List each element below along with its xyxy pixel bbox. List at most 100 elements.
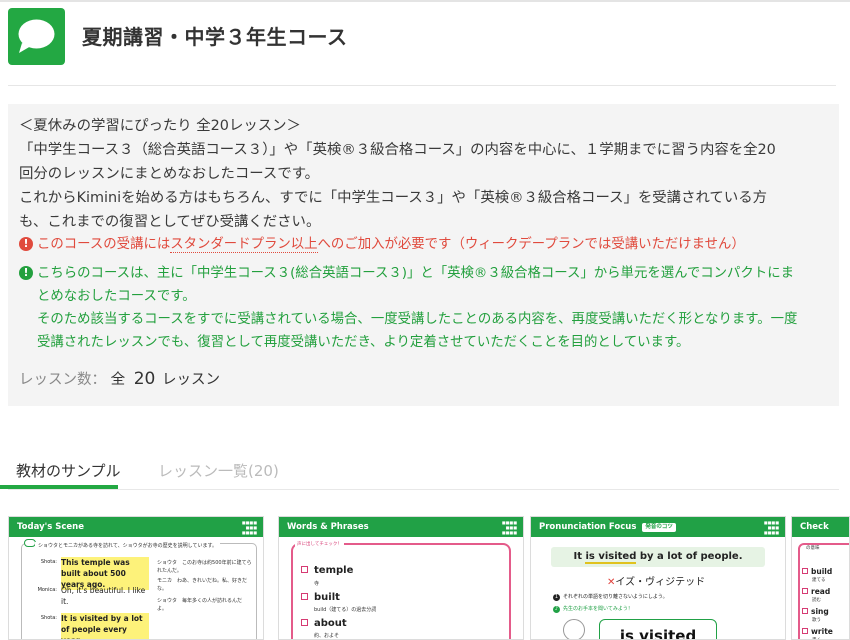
content-tabs: 教材のサンプル レッスン一覧(20) <box>8 450 839 490</box>
notice-text: へのご加入が必要です（ウィークデープランでは受講いただけません） <box>317 237 745 252</box>
check-meaning: 歌う <box>812 618 821 623</box>
check-item: read <box>802 587 830 596</box>
english-line: Oh, it's beautiful. I like it. <box>61 586 146 606</box>
description-line: も、これまでの復習としてぜひ受講ください。 <box>19 214 321 230</box>
translation-speaker: ショウタ <box>157 598 178 604</box>
course-description: ＜夏休みの学習にぴったり 全20レッスン＞ 「中学生コース３（総合英語コース３）… <box>19 114 829 234</box>
card-meta: ■■■■ ■■■ ■■■■ <box>501 520 517 535</box>
vocab-item: built <box>301 592 340 603</box>
vocab-tag: 声に出してチェック！ <box>295 541 344 547</box>
vocab-word: temple <box>314 565 354 576</box>
translation-line: モニカ わあ、きれいだね。私、好きだな。 <box>157 577 252 593</box>
check-tag: の意味 <box>806 546 820 551</box>
course-scope-notice: ! こちらのコースは、主に「中学生コース３(総合英語コース３)」と「英検®３級合… <box>19 262 829 354</box>
course-info-panel: ＜夏休みの学習にぴったり 全20レッスン＞ 「中学生コース３（総合英語コース３）… <box>8 104 839 406</box>
card-title-text: Today's Scene <box>17 522 84 532</box>
lesson-count-prefix: 全 <box>110 372 126 388</box>
exclamation-icon: ! <box>19 237 33 251</box>
card-title: Check <box>792 517 849 537</box>
lesson-count-number: 20 <box>133 369 156 389</box>
card-title-text: Pronunciation Focus <box>539 522 637 532</box>
dialogue-line: Shota: It is visited by a lot of people … <box>25 613 155 639</box>
check-word: sing <box>811 607 829 616</box>
vocab-meaning: 寺 <box>314 581 320 587</box>
dialogue-line: Shota: This temple was built about 500 y… <box>25 557 155 590</box>
card-title: Words & Phrases ■■■■ ■■■ ■■■■ <box>279 517 523 537</box>
translation-speaker: モニカ <box>157 578 173 584</box>
check-meaning: 読む <box>812 598 821 603</box>
vocab-meaning: build（建てる）の過去分詞 <box>314 607 377 613</box>
translation-line: ショウタ 毎年多くの人が訪れるんだよ。 <box>157 597 252 613</box>
english-line: It is visited by a lot of people every y… <box>61 613 149 639</box>
lesson-count: レッスン数： 全 20 レッスン <box>19 368 220 389</box>
checkbox-icon <box>301 619 308 626</box>
vocab-meaning: 約、およそ <box>314 633 340 639</box>
course-header: 夏期講習・中学３年生コース <box>0 0 850 86</box>
active-tab-indicator <box>0 485 118 489</box>
card-title: Today's Scene ■■■■ ■■■ ■■■■ <box>9 517 263 537</box>
divider <box>8 85 836 86</box>
lesson-count-label: レッスン数： <box>19 372 106 388</box>
check-word: read <box>811 587 831 596</box>
note-text: 先生のお手本を聞いてみよう！ <box>563 606 633 612</box>
description-line: 「中学生コース３（総合英語コース３）」や「英検®３級合格コース」の内容を中心に、… <box>19 142 776 158</box>
tab-lesson-list[interactable]: レッスン一覧(20) <box>158 460 279 490</box>
pronunciation-note: 1 それぞれの単語を切り離さないようにしよう。 <box>553 593 668 601</box>
description-line: ＜夏休みの学習にぴったり 全20レッスン＞ <box>19 118 301 134</box>
vocab-item: about <box>301 618 347 629</box>
note-text: それぞれの単語を切り離さないようにしよう。 <box>563 594 668 600</box>
speaker-icon: ♪ <box>553 606 560 613</box>
card-meta: ■■■■ ■■■ ■■■■ <box>763 520 779 535</box>
card-meta: ■■■■ ■■■ ■■■■ <box>241 520 257 535</box>
check-item: sing <box>802 607 829 616</box>
checkbox-icon <box>802 568 808 574</box>
translation-line: ショウタ このお寺は約500年前に建てられたんだ。 <box>157 559 252 575</box>
checkbox-icon <box>802 588 808 594</box>
translation-speaker: ショウタ <box>157 560 178 566</box>
scene-caption: ショウタとモニカがある寺を訪れて、ショウタがお寺の歴史を説明しています。 <box>35 542 220 549</box>
speech-bubble: is visited <box>599 619 717 639</box>
checkbox-icon <box>802 608 808 614</box>
number-one-icon: 1 <box>553 594 560 601</box>
pronunciation-note: ♪ 先生のお手本を聞いてみよう！ <box>553 605 633 613</box>
sample-card-check[interactable]: Check の意味 build 建てる read 読む sing 歌う writ… <box>791 516 850 640</box>
check-item: write <box>802 627 833 636</box>
exclamation-icon: ! <box>19 266 33 280</box>
vocab-word: built <box>314 592 340 603</box>
speaker: Monica: <box>37 587 57 593</box>
notice-text: このコースの受講には <box>37 237 171 252</box>
pronunciation-tag: 発音のコツ <box>642 523 676 532</box>
notice-line: 受講されたレッスンでも、復習として再度受講いただき、より定着させていただくことを… <box>37 335 690 350</box>
lesson-count-unit: レッスン <box>161 372 220 388</box>
sample-card-words-phrases[interactable]: Words & Phrases ■■■■ ■■■ ■■■■ 声に出してチェック！ t… <box>278 516 524 640</box>
check-meaning: 建てる <box>812 578 826 583</box>
speaker: Shota: <box>40 615 57 621</box>
target-sentence: It is visited by a lot of people. <box>551 547 765 567</box>
chat-bubble-icon <box>8 8 65 65</box>
description-line: これからKiminiを始める方はもちろん、すでに「中学生コース３」や「英検®３級… <box>19 190 767 206</box>
check-word: build <box>811 567 833 576</box>
wrong-reading-text: イズ・ヴィジテッド <box>615 577 706 588</box>
sentence-part: by a lot of people. <box>636 551 743 562</box>
sentence-part: It <box>573 551 586 562</box>
card-title: Pronunciation Focus 発音のコツ ■■■■ ■■■ ■■■■ <box>531 517 785 537</box>
check-word: write <box>811 627 833 636</box>
dialogue-line: Monica: Oh, it's beautiful. I like it. <box>25 585 155 609</box>
sample-card-pronunciation[interactable]: Pronunciation Focus 発音のコツ ■■■■ ■■■ ■■■■ It … <box>530 516 786 640</box>
check-item: build <box>802 567 832 576</box>
notice-line: そのため該当するコースをすでに受講されている場合、一度受講したことのある内容を、… <box>37 312 798 327</box>
checkbox-icon <box>301 593 308 600</box>
notice-line: こちらのコースは、主に「中学生コース３(総合英語コース３)」と「英検®３級合格コ… <box>37 266 794 281</box>
description-line: 回分のレッスンにまとめなおしたコースです。 <box>19 166 320 182</box>
plan-requirement-notice: ! このコースの受講にはスタンダードプラン以上へのご加入が必要です（ウィークデー… <box>19 233 829 256</box>
vocab-item: temple <box>301 565 353 576</box>
plan-requirement-link[interactable]: スタンダードプラン以上 <box>170 237 318 253</box>
speaker: Shota: <box>40 559 57 565</box>
checkbox-icon <box>802 628 808 634</box>
card-title-text: Check <box>800 522 829 532</box>
wrong-reading: ✕イズ・ヴィジテッド <box>607 573 705 588</box>
sentence-focus: is visited <box>585 551 637 564</box>
checkbox-icon <box>301 566 308 573</box>
teacher-avatar <box>563 619 585 639</box>
sample-card-todays-scene[interactable]: Today's Scene ■■■■ ■■■ ■■■■ ショウタとモニカがある寺を訪… <box>8 516 264 640</box>
